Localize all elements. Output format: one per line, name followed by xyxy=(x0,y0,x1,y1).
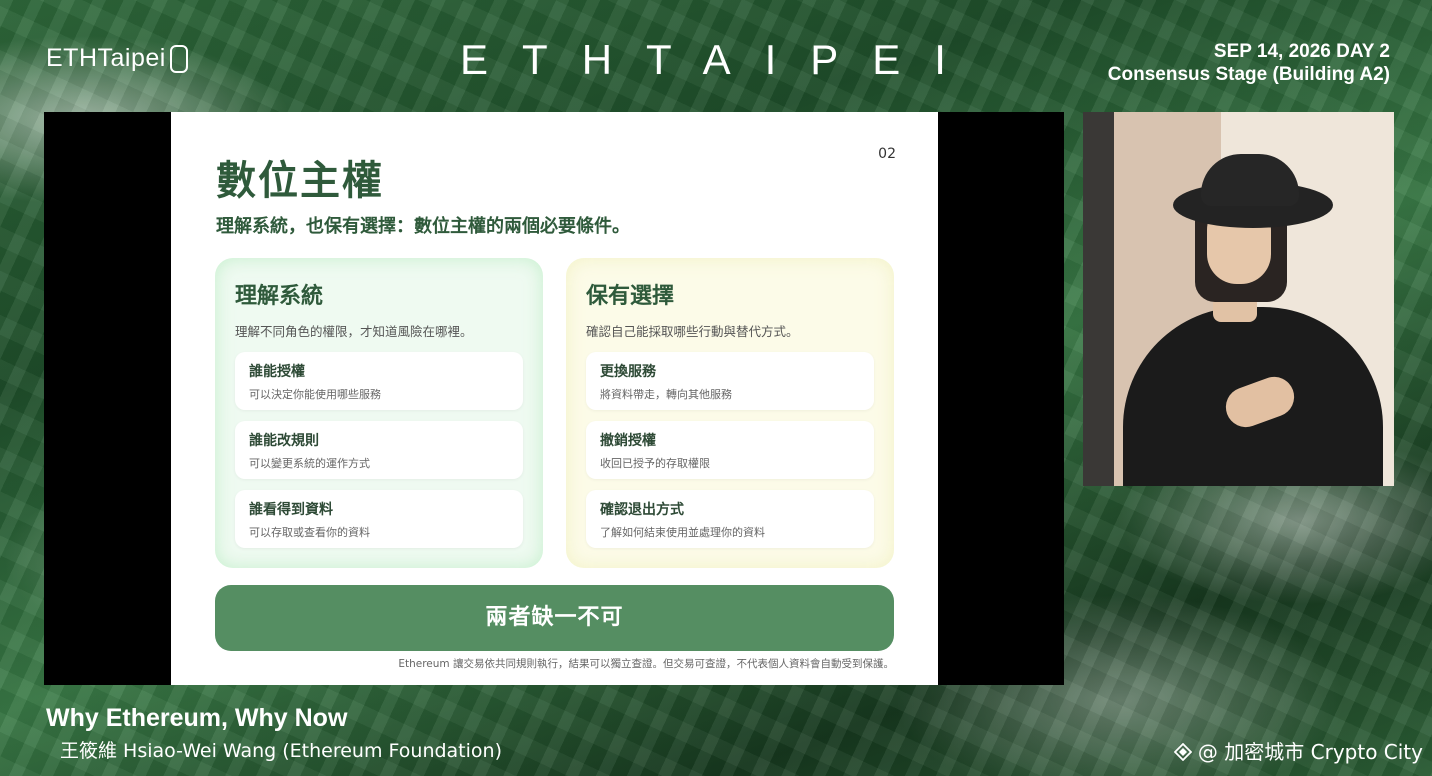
panel-title: 理解系統 xyxy=(235,284,324,309)
card-description: 可以決定你能使用哪些服務 xyxy=(249,388,381,401)
speaker-video xyxy=(1083,112,1394,486)
slide-title: 數位主權 xyxy=(216,158,384,204)
slide-footnote: Ethereum 讓交易依共同規則執行，結果可以獨立查證。但交易可查證，不代表個… xyxy=(398,658,894,670)
card-revoke-authorization: 撤銷授權 收回已授予的存取權限 xyxy=(586,421,874,479)
slide-banner: 兩者缺一不可 xyxy=(215,585,894,651)
card-title: 誰能授權 xyxy=(249,364,305,380)
slide-page-number: 02 xyxy=(878,146,896,162)
brand-left-text: ETHTaipei xyxy=(46,44,166,72)
credit: @ 加密城市 Crypto City xyxy=(1173,736,1423,765)
slide: 數位主權 02 理解系統，也保有選擇：數位主權的兩個必要條件。 理解系統 理解不… xyxy=(171,112,938,685)
talk-speaker: 王筱維 Hsiao-Wei Wang (Ethereum Foundation) xyxy=(60,740,502,762)
card-who-authorizes: 誰能授權 可以決定你能使用哪些服務 xyxy=(235,352,523,410)
card-title: 確認退出方式 xyxy=(600,502,684,518)
card-title: 誰看得到資料 xyxy=(249,502,333,518)
ethtaipei-wordmark: ETHTAIPEI xyxy=(460,36,980,83)
card-description: 將資料帶走，轉向其他服務 xyxy=(600,388,732,401)
talk-title: Why Ethereum, Why Now xyxy=(46,704,348,732)
card-title: 撤銷授權 xyxy=(600,433,656,449)
panel-title: 保有選擇 xyxy=(586,284,675,309)
event-info: SEP 14, 2026 DAY 2 Consensus Stage (Buil… xyxy=(1108,40,1390,86)
card-description: 可以變更系統的運作方式 xyxy=(249,457,370,470)
panel-keep-choice: 保有選擇 確認自己能採取哪些行動與替代方式。 更換服務 將資料帶走，轉向其他服務… xyxy=(566,258,894,568)
card-title: 更換服務 xyxy=(600,364,656,380)
event-stage: Consensus Stage (Building A2) xyxy=(1107,64,1390,85)
card-who-sees-data: 誰看得到資料 可以存取或查看你的資料 xyxy=(235,490,523,548)
card-confirm-exit: 確認退出方式 了解如何結束使用並處理你的資料 xyxy=(586,490,874,548)
event-date: SEP 14, 2026 DAY 2 xyxy=(1213,41,1390,62)
card-description: 收回已授予的存取權限 xyxy=(600,457,710,470)
credit-text: @ 加密城市 Crypto City xyxy=(1197,740,1423,764)
ethtaipei-logo: ETHTaipei xyxy=(46,44,188,73)
panel-understand-system: 理解系統 理解不同角色的權限，才知道風險在哪裡。 誰能授權 可以決定你能使用哪些… xyxy=(215,258,543,568)
card-switch-service: 更換服務 將資料帶走，轉向其他服務 xyxy=(586,352,874,410)
card-who-changes-rules: 誰能改規則 可以變更系統的運作方式 xyxy=(235,421,523,479)
crypto-city-logo-icon xyxy=(1173,742,1193,761)
panel-description: 理解不同角色的權限，才知道風險在哪裡。 xyxy=(235,324,473,339)
slide-subtitle: 理解系統，也保有選擇：數位主權的兩個必要條件。 xyxy=(216,216,630,237)
ethtaipei-diamond-icon xyxy=(169,44,188,73)
card-title: 誰能改規則 xyxy=(249,433,319,449)
card-description: 可以存取或查看你的資料 xyxy=(249,526,370,539)
card-description: 了解如何結束使用並處理你的資料 xyxy=(600,526,765,539)
panel-description: 確認自己能採取哪些行動與替代方式。 xyxy=(586,324,799,339)
